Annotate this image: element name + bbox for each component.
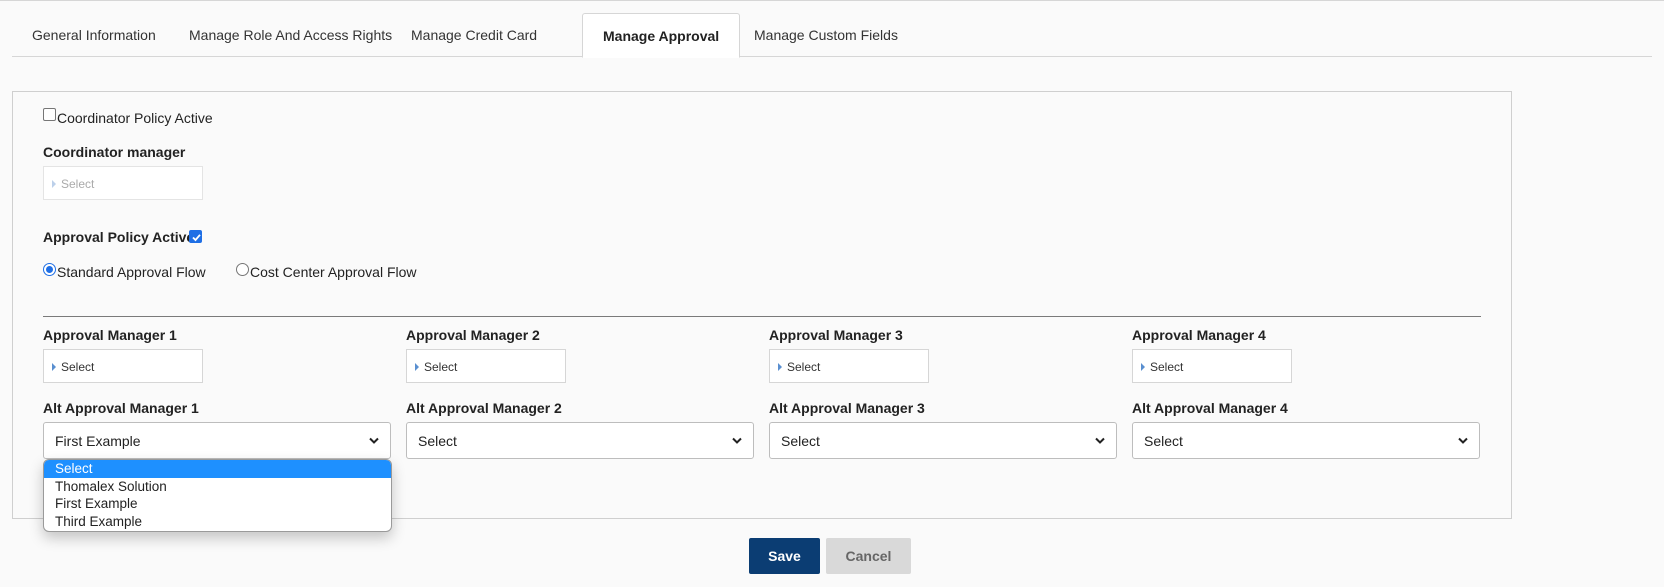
select-value: Select [424,360,458,374]
chevron-down-icon [732,437,742,444]
alt-approval-manager-3-select[interactable]: Select [769,422,1117,459]
select-value: Select [61,360,95,374]
chevron-down-icon [369,437,379,444]
chevron-down-icon [1095,437,1105,444]
save-button[interactable]: Save [749,538,820,574]
approval-settings-panel: Coordinator Policy Active Coordinator ma… [12,91,1512,519]
standard-approval-flow-label: Standard Approval Flow [57,264,206,280]
dropdown-option[interactable]: First Example [44,495,391,513]
caret-right-icon [778,363,782,371]
select-value: Select [781,433,820,449]
tab-label: Manage Approval [603,28,720,44]
coordinator-manager-label: Coordinator manager [43,144,186,160]
dropdown-option[interactable]: Thomalex Solution [44,478,391,496]
chevron-down-icon [1458,437,1468,444]
tab-manage-approval[interactable]: Manage Approval [582,13,741,58]
caret-right-icon [52,180,56,188]
approval-manager-2-label: Approval Manager 2 [406,327,540,343]
approval-manager-3-select[interactable]: Select [769,349,929,383]
dropdown-option[interactable]: Select [44,460,391,478]
top-border [0,0,1664,1]
approval-policy-label: Approval Policy Active [43,229,195,245]
coordinator-policy-label: Coordinator Policy Active [57,110,213,126]
select-value: First Example [55,433,141,449]
coordinator-manager-select[interactable]: Select [43,166,203,200]
cancel-button[interactable]: Cancel [826,538,911,574]
select-value: Select [1144,433,1183,449]
select-value: Select [787,360,821,374]
standard-approval-flow-radio[interactable] [43,263,56,276]
alt-approval-manager-4-label: Alt Approval Manager 4 [1132,400,1288,416]
alt-approval-manager-2-select[interactable]: Select [406,422,754,459]
cost-center-approval-flow-radio[interactable] [236,263,249,276]
section-divider [43,316,1481,317]
checkmark-icon [192,234,201,242]
approval-manager-4-label: Approval Manager 4 [1132,327,1266,343]
approval-manager-2-select[interactable]: Select [406,349,566,383]
caret-right-icon [1141,363,1145,371]
alt-approval-manager-1-select[interactable]: First Example [43,422,391,459]
approval-policy-checkbox[interactable] [189,230,202,243]
approval-manager-4-select[interactable]: Select [1132,349,1292,383]
approval-manager-1-label: Approval Manager 1 [43,327,177,343]
cost-center-approval-flow-label: Cost Center Approval Flow [250,264,417,280]
dropdown-option[interactable]: Third Example [44,513,391,531]
approval-manager-1-select[interactable]: Select [43,349,203,383]
tab-label: Manage Credit Card [411,27,538,43]
tab-manage-credit-card[interactable]: Manage Credit Card [391,13,557,57]
alt-approval-manager-4-select[interactable]: Select [1132,422,1480,459]
select-value: Select [418,433,457,449]
tab-manage-custom-fields[interactable]: Manage Custom Fields [734,13,918,57]
tab-label: General Information [32,27,156,43]
alt-approval-manager-1-options: Select Thomalex Solution First Example T… [43,459,392,532]
tab-bar: General Information Manage Role And Acce… [12,13,1652,58]
tab-label: Manage Custom Fields [754,27,898,43]
tab-label: Manage Role And Access Rights [189,27,393,43]
select-value: Select [1150,360,1184,374]
alt-approval-manager-2-label: Alt Approval Manager 2 [406,400,562,416]
approval-manager-3-label: Approval Manager 3 [769,327,903,343]
alt-approval-manager-3-label: Alt Approval Manager 3 [769,400,925,416]
tab-manage-role-access-rights[interactable]: Manage Role And Access Rights [169,13,412,57]
caret-right-icon [52,363,56,371]
alt-approval-manager-1-label: Alt Approval Manager 1 [43,400,199,416]
coordinator-policy-checkbox[interactable] [43,108,56,121]
tab-general-information[interactable]: General Information [12,13,176,57]
select-value: Select [61,177,95,191]
caret-right-icon [415,363,419,371]
